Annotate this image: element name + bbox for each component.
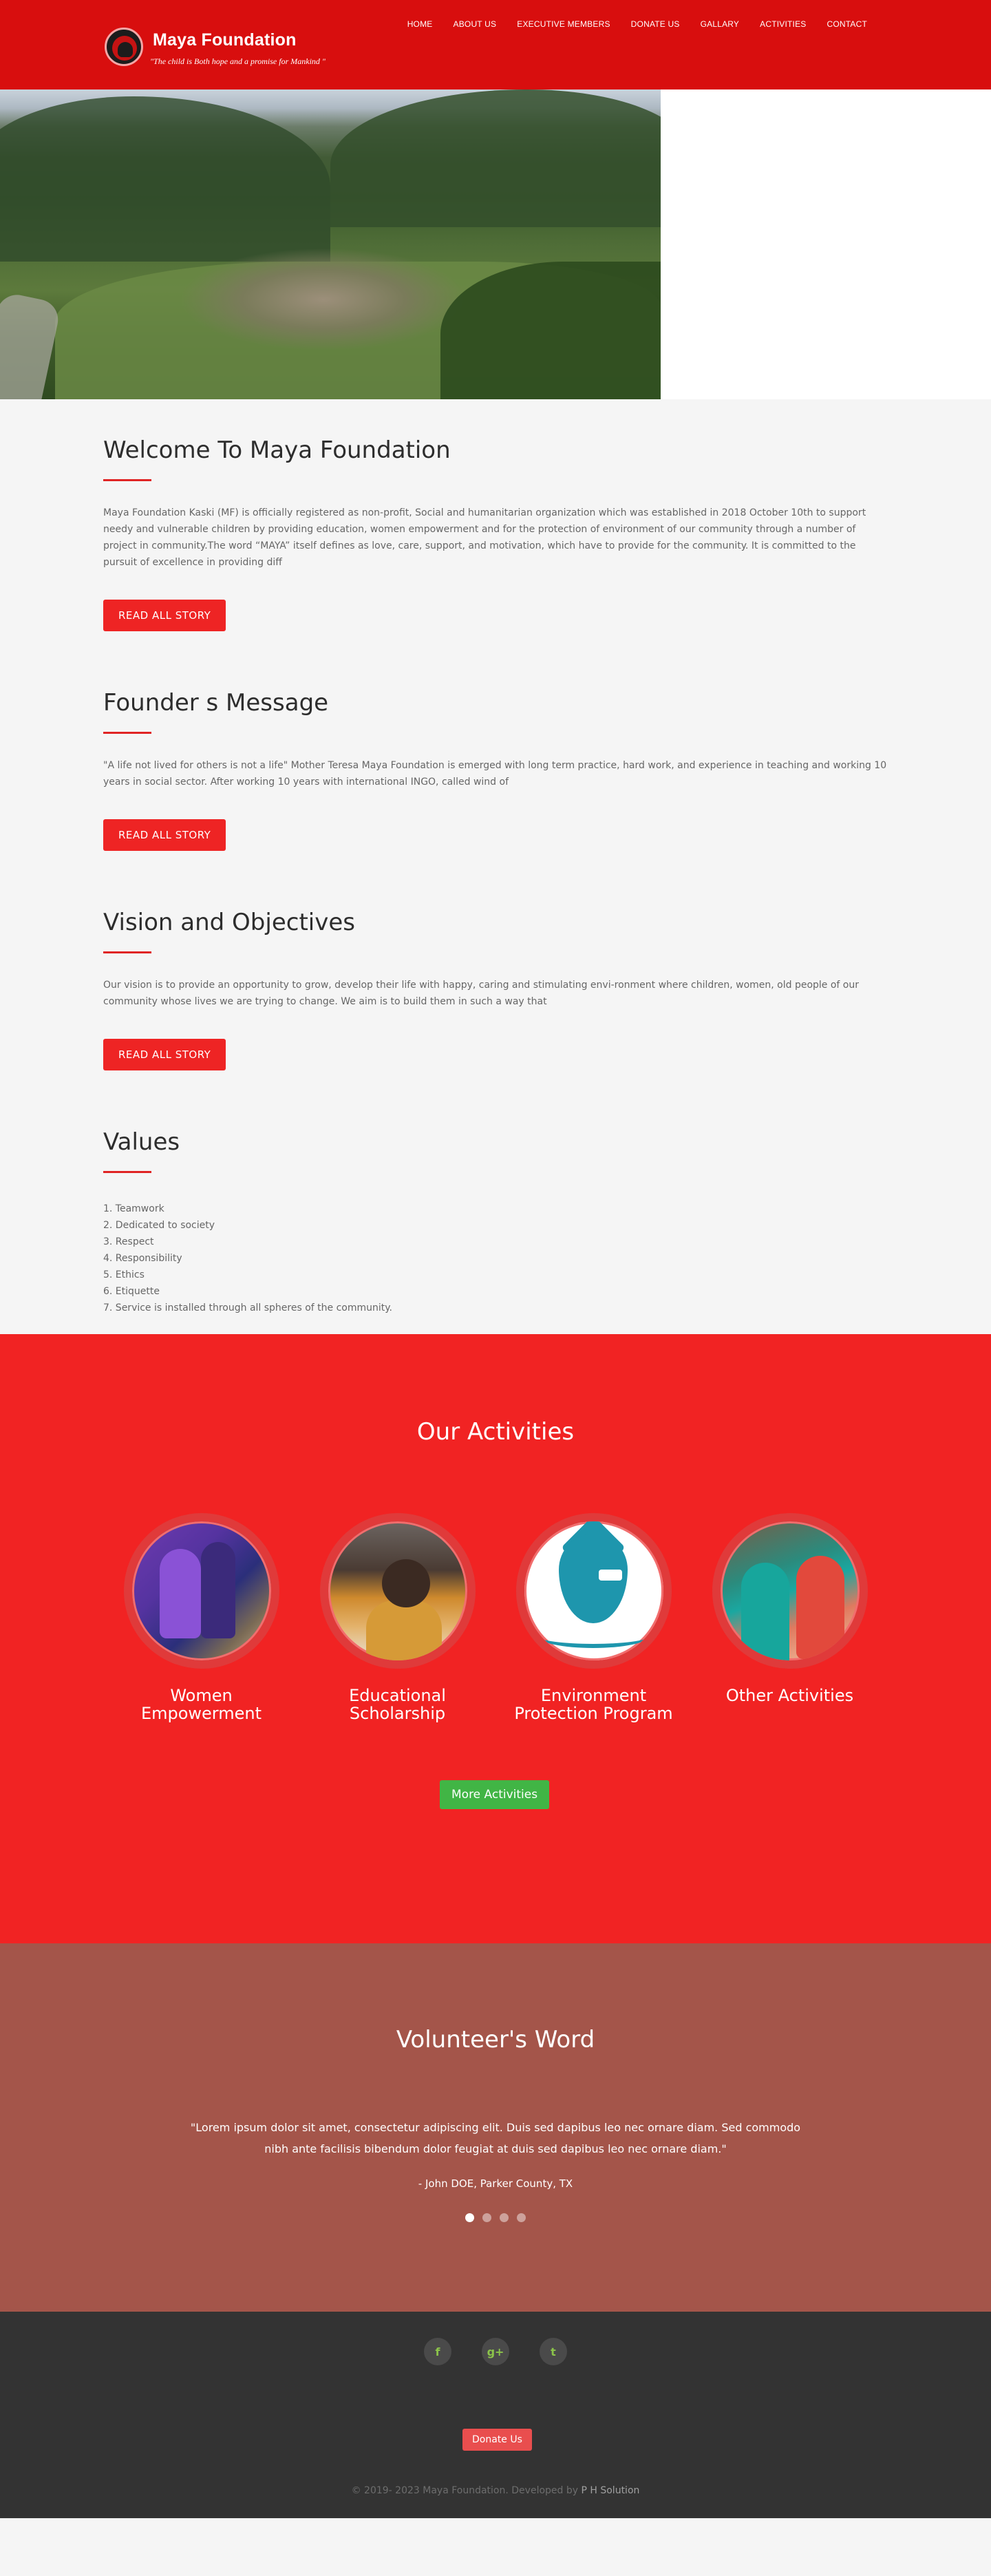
activity-title: Women Empowerment	[140, 1686, 262, 1723]
developer-link[interactable]: P H Solution	[581, 2485, 639, 2496]
more-activities-button[interactable]: More Activities	[440, 1780, 550, 1809]
other-activities-image[interactable]	[712, 1513, 868, 1669]
values-section: Values 1. Teamwork 2. Dedicated to socie…	[103, 1128, 888, 1316]
values-title: Values	[103, 1128, 180, 1156]
title-underline	[103, 479, 151, 481]
list-item: 6. Etiquette	[103, 1286, 160, 1297]
carousel-dot[interactable]	[465, 2213, 474, 2222]
hero-blank-area	[661, 89, 991, 399]
title-underline	[103, 951, 151, 953]
founder-body: "A life not lived for others is not a li…	[103, 760, 887, 788]
carousel-dots	[0, 2213, 991, 2222]
list-item: 2. Dedicated to society	[103, 1220, 215, 1231]
educational-scholarship-image[interactable]	[319, 1513, 476, 1669]
activity-environment-protection[interactable]: Environment Protection Program	[496, 1513, 692, 1722]
facebook-icon[interactable]: f	[424, 2338, 451, 2365]
activity-title: Other Activities	[725, 1686, 854, 1705]
water-drop-icon[interactable]	[515, 1513, 672, 1669]
volunteer-author: - John DOE, Parker County, TX	[418, 2177, 573, 2190]
site-logo[interactable]: Maya Foundation "The child is Both hope …	[105, 28, 326, 72]
volunteer-section: Volunteer's Word "Lorem ipsum dolor sit …	[0, 1943, 991, 2312]
nav-donate-us[interactable]: DONATE US	[621, 19, 690, 29]
title-underline	[103, 732, 151, 734]
welcome-title: Welcome To Maya Foundation	[103, 436, 451, 464]
nav-contact[interactable]: CONTACT	[816, 19, 877, 29]
title-underline	[103, 1171, 151, 1173]
list-item: 4. Responsibility	[103, 1253, 182, 1264]
vision-section: Vision and Objectives Our vision is to p…	[103, 909, 888, 1070]
nav-about-us[interactable]: ABOUT US	[443, 19, 507, 29]
site-footer: f g+ t Donate Us © 2019- 2023 Maya Found…	[0, 2312, 991, 2518]
google-plus-icon[interactable]: g+	[482, 2338, 509, 2365]
hero-banner	[0, 89, 991, 399]
list-item: 1. Teamwork	[103, 1203, 164, 1214]
donate-us-button[interactable]: Donate Us	[462, 2429, 532, 2451]
welcome-read-more-button[interactable]: READ ALL STORY	[103, 600, 226, 631]
carousel-dot[interactable]	[482, 2213, 491, 2222]
main-nav: HOME ABOUT US EXECUTIVE MEMBERS DONATE U…	[397, 19, 877, 29]
activities-title: Our Activities	[416, 1418, 575, 1446]
list-item: 5. Ethics	[103, 1269, 145, 1280]
nav-executive-members[interactable]: EXECUTIVE MEMBERS	[507, 19, 620, 29]
carousel-dot[interactable]	[500, 2213, 509, 2222]
values-list: 1. Teamwork 2. Dedicated to society 3. R…	[103, 1201, 888, 1316]
volunteer-quote: "Lorem ipsum dolor sit amet, consectetur…	[190, 2121, 801, 2155]
activities-section: Our Activities Women Empowerment Educatio…	[0, 1334, 991, 1943]
women-empowerment-image[interactable]	[123, 1513, 279, 1669]
list-item: 7. Service is installed through all sphe…	[103, 1302, 392, 1313]
activity-educational-scholarship[interactable]: Educational Scholarship	[299, 1513, 496, 1722]
nav-home[interactable]: HOME	[397, 19, 443, 29]
site-header: Maya Foundation "The child is Both hope …	[0, 0, 991, 89]
social-links: f g+ t	[0, 2338, 991, 2365]
founder-read-more-button[interactable]: READ ALL STORY	[103, 819, 226, 851]
copyright: © 2019- 2023 Maya Foundation. Developed …	[351, 2485, 640, 2496]
logo-emblem-icon	[105, 28, 143, 66]
activities-grid: Women Empowerment Educational Scholarship …	[103, 1513, 888, 1722]
activity-title: Educational Scholarship	[349, 1686, 446, 1723]
vision-body: Our vision is to provide an opportunity …	[103, 980, 859, 1007]
volunteer-title: Volunteer's Word	[396, 2026, 595, 2054]
brand-name: Maya Foundation	[153, 30, 297, 50]
founder-section: Founder s Message "A life not lived for …	[103, 689, 888, 851]
vision-title: Vision and Objectives	[103, 909, 355, 936]
brand-tagline: "The child is Both hope and a promise fo…	[150, 56, 326, 66]
carousel-dot[interactable]	[517, 2213, 526, 2222]
about-content: Welcome To Maya Foundation Maya Foundati…	[0, 399, 991, 1334]
welcome-section: Welcome To Maya Foundation Maya Foundati…	[103, 436, 888, 631]
activity-other[interactable]: Other Activities	[692, 1513, 888, 1722]
founder-title: Founder s Message	[103, 689, 329, 717]
list-item: 3. Respect	[103, 1236, 154, 1247]
welcome-body: Maya Foundation Kaski (MF) is officially…	[103, 507, 866, 568]
activity-title: Environment Protection Program	[514, 1686, 673, 1723]
nav-activities[interactable]: ACTIVITIES	[749, 19, 816, 29]
twitter-icon[interactable]: t	[540, 2338, 567, 2365]
hero-landscape-image	[0, 89, 661, 399]
vision-read-more-button[interactable]: READ ALL STORY	[103, 1039, 226, 1070]
nav-gallary[interactable]: GALLARY	[690, 19, 750, 29]
activity-women-empowerment[interactable]: Women Empowerment	[103, 1513, 299, 1722]
